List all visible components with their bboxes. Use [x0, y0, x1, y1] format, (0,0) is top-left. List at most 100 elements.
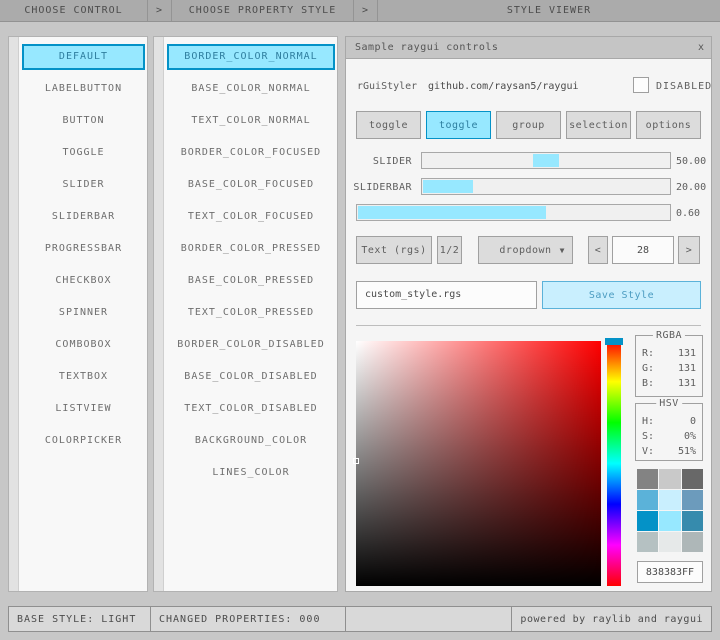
toggle-button-options[interactable]: options: [636, 111, 701, 139]
controls-list: DEFAULT LABELBUTTON BUTTON TOGGLE SLIDER…: [22, 44, 145, 454]
palette-swatch[interactable]: [682, 490, 703, 510]
breadcrumb-choose-control: CHOOSE CONTROL: [0, 0, 148, 21]
palette-swatch[interactable]: [637, 490, 658, 510]
rgba-green-label: G:: [642, 363, 654, 374]
properties-list-panel: BORDER_COLOR_NORMAL BASE_COLOR_NORMAL TE…: [153, 36, 338, 592]
control-item-default[interactable]: DEFAULT: [22, 44, 145, 70]
half-button[interactable]: 1/2: [437, 236, 462, 264]
breadcrumb-style-viewer: STYLE VIEWER: [378, 0, 720, 21]
control-item-button[interactable]: BUTTON: [22, 108, 145, 134]
save-style-button[interactable]: Save Style: [542, 281, 701, 309]
spinner-value[interactable]: 28: [612, 236, 674, 264]
property-item-text-color-pressed[interactable]: TEXT_COLOR_PRESSED: [167, 300, 335, 326]
repo-link[interactable]: github.com/raysan5/raygui: [428, 81, 579, 92]
progressbar: [356, 204, 671, 221]
property-item-border-color-focused[interactable]: BORDER_COLOR_FOCUSED: [167, 140, 335, 166]
disabled-checkbox[interactable]: [633, 77, 649, 93]
property-item-text-color-disabled[interactable]: TEXT_COLOR_DISABLED: [167, 396, 335, 422]
hsv-title: HSV: [656, 398, 682, 409]
hsv-saturation-value: 0%: [684, 431, 696, 442]
style-filename-input[interactable]: custom_style.rgs: [356, 281, 537, 309]
palette-swatch[interactable]: [659, 490, 680, 510]
rgba-red-row: R: 131: [636, 346, 702, 361]
palette-swatch[interactable]: [637, 511, 658, 531]
color-picker-area[interactable]: [356, 341, 601, 586]
control-item-listview[interactable]: LISTVIEW: [22, 396, 145, 422]
property-item-border-color-normal[interactable]: BORDER_COLOR_NORMAL: [167, 44, 335, 70]
palette-swatch[interactable]: [637, 469, 658, 489]
divider: [356, 325, 701, 326]
hue-slider[interactable]: [607, 341, 621, 586]
property-item-border-color-pressed[interactable]: BORDER_COLOR_PRESSED: [167, 236, 335, 262]
toggle-button-selection[interactable]: selection: [566, 111, 631, 139]
breadcrumb-choose-property-style: CHOOSE PROPERTY STYLE: [172, 0, 354, 21]
breadcrumb-separator-icon: >: [354, 0, 378, 21]
rgba-green-value: 131: [678, 363, 696, 374]
style-color-palette: [637, 469, 703, 552]
control-item-colorpicker[interactable]: COLORPICKER: [22, 428, 145, 454]
palette-swatch[interactable]: [659, 511, 680, 531]
control-item-progressbar[interactable]: PROGRESSBAR: [22, 236, 145, 262]
property-item-border-color-disabled[interactable]: BORDER_COLOR_DISABLED: [167, 332, 335, 358]
sliderbar-fill: [423, 180, 473, 193]
toggle-group: toggle toggle group selection options: [356, 111, 701, 139]
control-item-spinner[interactable]: SPINNER: [22, 300, 145, 326]
text-rgs-button[interactable]: Text (rgs): [356, 236, 432, 264]
property-item-lines-color[interactable]: LINES_COLOR: [167, 460, 335, 486]
rgba-group: RGBA R: 131 G: 131 B: 131: [635, 335, 703, 397]
property-item-text-color-normal[interactable]: TEXT_COLOR_NORMAL: [167, 108, 335, 134]
palette-swatch[interactable]: [682, 511, 703, 531]
rgba-blue-row: B: 131: [636, 376, 702, 391]
controls-list-scrollbar[interactable]: [9, 37, 19, 591]
rgba-blue-value: 131: [678, 378, 696, 389]
toggle-button-2-active[interactable]: toggle: [426, 111, 491, 139]
properties-list-scrollbar[interactable]: [154, 37, 164, 591]
close-icon[interactable]: x: [691, 42, 711, 53]
control-item-combobox[interactable]: COMBOBOX: [22, 332, 145, 358]
palette-swatch[interactable]: [659, 469, 680, 489]
hex-color-input[interactable]: 838383FF: [637, 561, 703, 583]
property-item-text-color-focused[interactable]: TEXT_COLOR_FOCUSED: [167, 204, 335, 230]
disabled-checkbox-label: DISABLED: [656, 81, 712, 92]
controls-list-panel: DEFAULT LABELBUTTON BUTTON TOGGLE SLIDER…: [8, 36, 148, 592]
control-item-checkbox[interactable]: CHECKBOX: [22, 268, 145, 294]
window-titlebar[interactable]: Sample raygui controls x: [346, 37, 711, 59]
palette-swatch[interactable]: [659, 532, 680, 552]
palette-swatch[interactable]: [637, 532, 658, 552]
property-item-base-color-normal[interactable]: BASE_COLOR_NORMAL: [167, 76, 335, 102]
control-item-labelbutton[interactable]: LABELBUTTON: [22, 76, 145, 102]
property-item-background-color[interactable]: BACKGROUND_COLOR: [167, 428, 335, 454]
rgba-title: RGBA: [653, 330, 685, 341]
rgba-blue-label: B:: [642, 378, 654, 389]
hsv-group: HSV H: 0 S: 0% V: 51%: [635, 403, 703, 461]
style-viewer-window: Sample raygui controls x rGuiStyler gith…: [345, 36, 712, 592]
property-item-base-color-pressed[interactable]: BASE_COLOR_PRESSED: [167, 268, 335, 294]
palette-swatch[interactable]: [682, 532, 703, 552]
hsv-value-row: V: 51%: [636, 444, 702, 459]
spinner-increment-button[interactable]: >: [678, 236, 700, 264]
control-item-slider[interactable]: SLIDER: [22, 172, 145, 198]
hsv-value-value: 51%: [678, 446, 696, 457]
dropdown-selected-label: dropdown: [499, 245, 551, 256]
palette-swatch[interactable]: [682, 469, 703, 489]
hue-slider-handle[interactable]: [605, 338, 623, 345]
progressbar-value: 0.60: [676, 208, 700, 219]
status-powered-by: powered by raylib and raygui: [511, 607, 711, 631]
control-item-textbox[interactable]: TEXTBOX: [22, 364, 145, 390]
slider[interactable]: [421, 152, 671, 169]
control-item-toggle[interactable]: TOGGLE: [22, 140, 145, 166]
breadcrumb-separator-icon: >: [148, 0, 172, 21]
toggle-button-1[interactable]: toggle: [356, 111, 421, 139]
toggle-button-group[interactable]: group: [496, 111, 561, 139]
dropdown[interactable]: dropdown ▼: [478, 236, 573, 264]
control-item-sliderbar[interactable]: SLIDERBAR: [22, 204, 145, 230]
property-item-base-color-focused[interactable]: BASE_COLOR_FOCUSED: [167, 172, 335, 198]
slider-handle[interactable]: [533, 154, 559, 167]
color-picker-cursor: [353, 458, 359, 464]
property-item-base-color-disabled[interactable]: BASE_COLOR_DISABLED: [167, 364, 335, 390]
chevron-down-icon: ▼: [560, 246, 565, 255]
sliderbar[interactable]: [421, 178, 671, 195]
rgba-red-label: R:: [642, 348, 654, 359]
slider-value: 50.00: [676, 156, 706, 167]
spinner-decrement-button[interactable]: <: [588, 236, 608, 264]
